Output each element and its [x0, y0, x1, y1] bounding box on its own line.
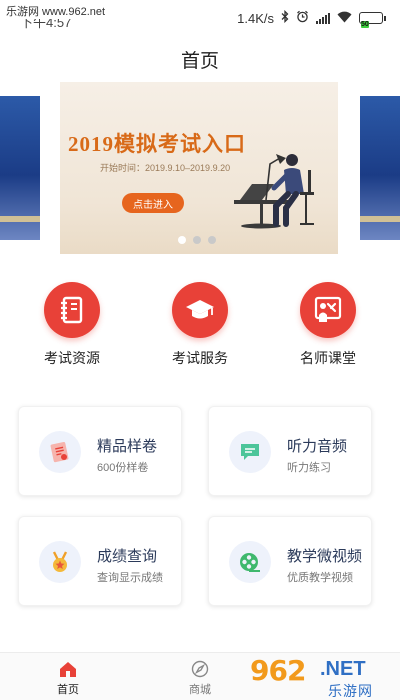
film-reel-icon: [229, 541, 271, 583]
network-speed: 1.4K/s: [237, 10, 274, 26]
card-title: 听力音频: [287, 438, 348, 455]
enter-button[interactable]: 点击进入: [122, 193, 184, 213]
bluetooth-icon: [281, 9, 289, 26]
battery-level: 50: [361, 21, 369, 28]
card-subtitle: 查询显示成绩: [97, 572, 163, 584]
watermark-cn: 乐游网: [328, 683, 373, 699]
tab-label: 首页: [57, 684, 79, 696]
page-header: 首页: [0, 34, 400, 84]
quick-actions: 考试资源 考试服务 名师课堂: [0, 282, 400, 372]
banner-carousel[interactable]: 2019模拟考试入口 开始时间：2019.9.10–2019.9.20 点击进入: [0, 82, 400, 258]
home-icon: [28, 659, 108, 679]
alarm-icon: [296, 10, 309, 26]
notebook-icon: [44, 282, 100, 338]
card-subtitle: 听力练习: [287, 462, 331, 474]
carousel-dot[interactable]: [193, 236, 201, 244]
card-score-query[interactable]: 成绩查询 查询显示成绩: [18, 516, 182, 606]
banner-slide-current[interactable]: 2019模拟考试入口 开始时间：2019.9.10–2019.9.20 点击进入: [60, 82, 338, 254]
quick-action-exam-services[interactable]: 考试服务: [150, 282, 250, 368]
card-sample-papers[interactable]: 精品样卷 600份样卷: [18, 406, 182, 496]
wifi-icon: [337, 11, 352, 26]
tab-mall[interactable]: 商城: [160, 659, 240, 697]
card-listening-audio[interactable]: 听力音频 听力练习: [208, 406, 372, 496]
card-micro-videos[interactable]: 教学微视频 优质教学视频: [208, 516, 372, 606]
battery-icon: 50: [359, 12, 386, 28]
watermark-logo: 962 .NET 乐游网: [250, 654, 398, 700]
tab-home[interactable]: 首页: [28, 659, 108, 697]
watermark-net: .NET: [320, 658, 366, 680]
carousel-dot[interactable]: [178, 236, 186, 244]
watermark-number: 962: [250, 654, 306, 687]
banner-slide-previous[interactable]: [0, 96, 40, 240]
graduation-cap-icon: [172, 282, 228, 338]
quick-action-exam-resources[interactable]: 考试资源: [22, 282, 122, 368]
banner-date: 开始时间：2019.9.10–2019.9.20: [100, 163, 231, 173]
card-title: 教学微视频: [287, 548, 363, 565]
status-icons: 1.4K/s 50: [237, 9, 386, 28]
compass-icon: [160, 659, 240, 679]
page-title: 首页: [180, 50, 219, 72]
watermark-top-text: 乐游网 www.962.net: [4, 3, 108, 19]
student-at-desk-illustration: [230, 144, 326, 235]
status-bar: 乐游网 www.962.net 下午4:57 1.4K/s 50: [0, 0, 400, 34]
quick-action-label: 考试服务: [172, 350, 228, 366]
banner-slide-next[interactable]: [360, 96, 400, 240]
teacher-icon: [300, 282, 356, 338]
card-title: 成绩查询: [97, 548, 158, 565]
carousel-indicator: [178, 236, 216, 244]
card-subtitle: 600份样卷: [97, 462, 149, 474]
banner-title: 2019模拟考试入口: [68, 132, 246, 156]
card-subtitle: 优质教学视频: [287, 572, 353, 584]
medal-icon: [39, 541, 81, 583]
quick-action-famous-teacher[interactable]: 名师课堂: [278, 282, 378, 368]
tab-label: 商城: [189, 684, 211, 696]
chat-bubble-icon: [229, 431, 271, 473]
carousel-dot[interactable]: [208, 236, 216, 244]
signal-icon: [316, 12, 330, 24]
card-title: 精品样卷: [97, 438, 158, 455]
quick-action-label: 考试资源: [44, 350, 100, 366]
exam-paper-icon: [39, 431, 81, 473]
quick-action-label: 名师课堂: [300, 350, 356, 366]
